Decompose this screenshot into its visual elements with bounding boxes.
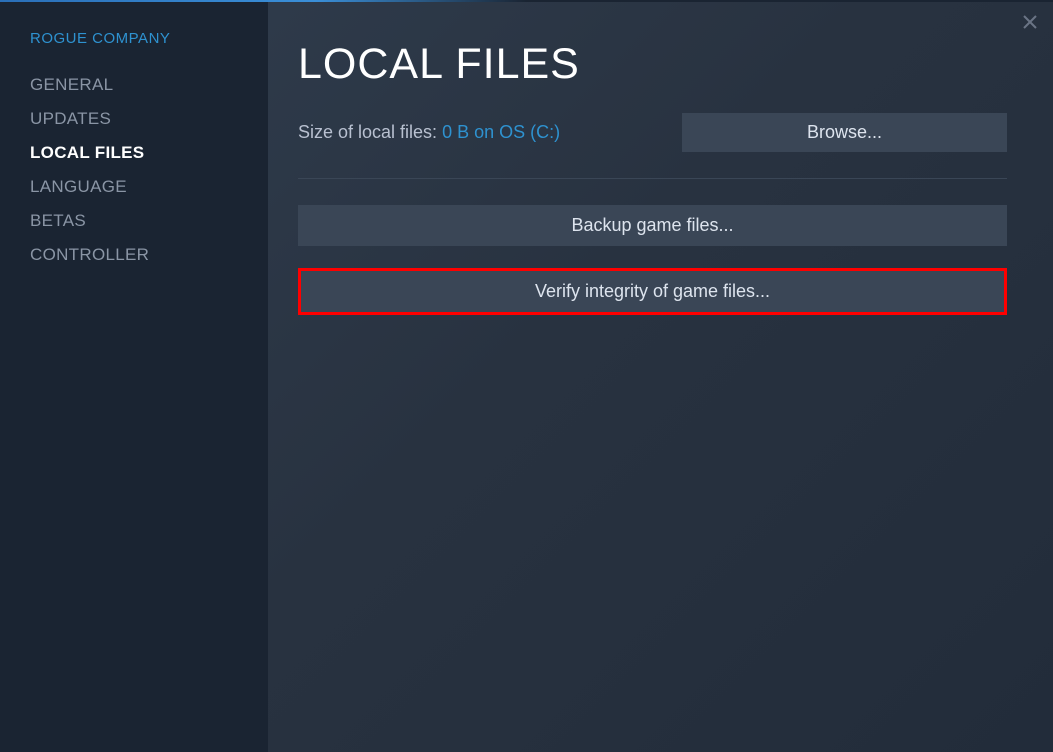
sidebar-item-language[interactable]: LANGUAGE <box>30 177 238 197</box>
backup-button[interactable]: Backup game files... <box>298 205 1007 246</box>
size-info: Size of local files: 0 B on OS (C:) <box>298 122 560 143</box>
close-button[interactable] <box>1021 14 1039 32</box>
verify-integrity-button[interactable]: Verify integrity of game files... <box>301 271 1004 312</box>
divider <box>298 178 1007 179</box>
sidebar-item-general[interactable]: GENERAL <box>30 75 238 95</box>
sidebar-item-betas[interactable]: BETAS <box>30 211 238 231</box>
browse-button[interactable]: Browse... <box>682 113 1007 152</box>
size-row: Size of local files: 0 B on OS (C:) Brow… <box>298 113 1007 152</box>
sidebar-item-local-files[interactable]: LOCAL FILES <box>30 143 238 163</box>
game-title: ROGUE COMPANY <box>30 30 238 47</box>
size-value: 0 B on OS (C:) <box>442 122 560 142</box>
verify-highlight: Verify integrity of game files... <box>298 268 1007 315</box>
sidebar: ROGUE COMPANY GENERAL UPDATES LOCAL FILE… <box>0 2 268 752</box>
page-title: LOCAL FILES <box>298 40 1007 89</box>
sidebar-item-controller[interactable]: CONTROLLER <box>30 245 238 265</box>
close-icon <box>1023 15 1037 29</box>
sidebar-item-updates[interactable]: UPDATES <box>30 109 238 129</box>
main-panel: LOCAL FILES Size of local files: 0 B on … <box>268 2 1053 752</box>
window-container: ROGUE COMPANY GENERAL UPDATES LOCAL FILE… <box>0 2 1053 752</box>
size-label: Size of local files: <box>298 122 442 142</box>
